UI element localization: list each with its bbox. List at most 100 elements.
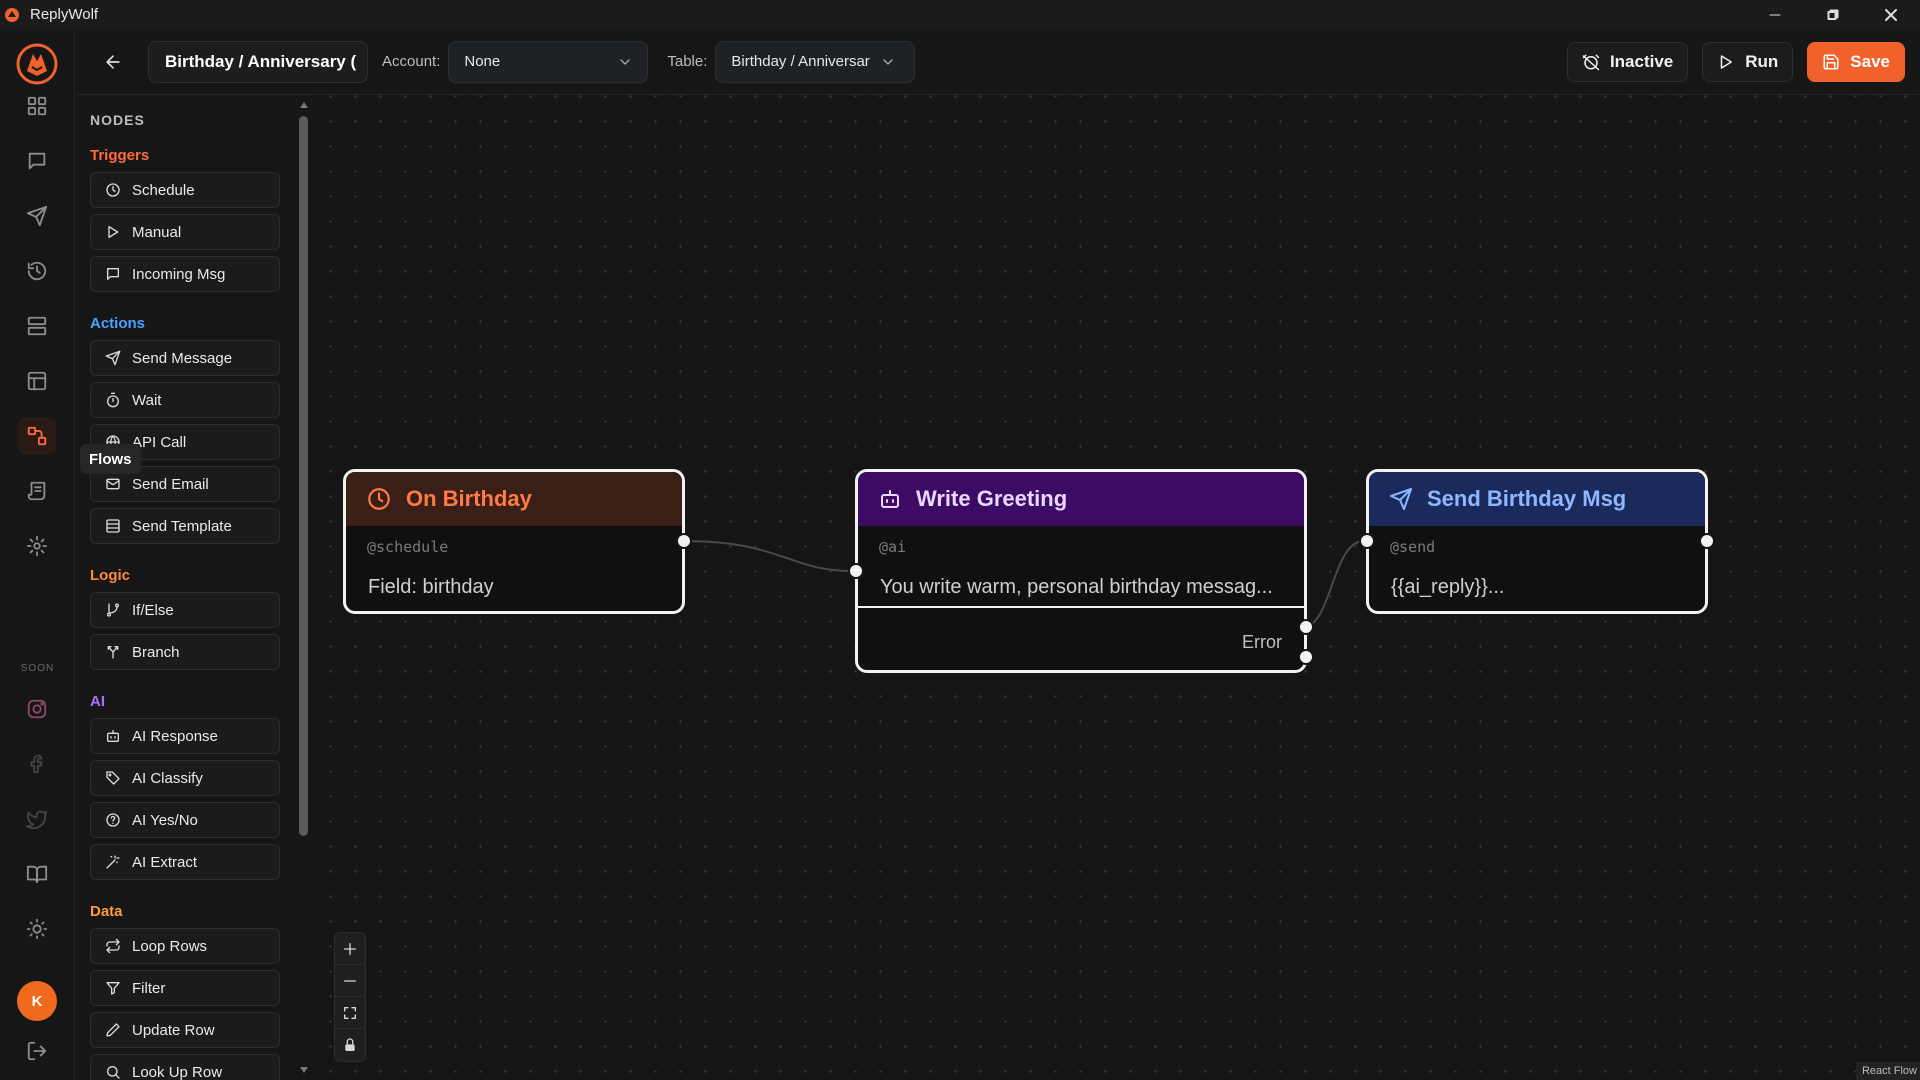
- logs-icon[interactable]: [18, 472, 56, 510]
- zoom-controls: [334, 932, 366, 1062]
- play-icon: [104, 223, 122, 241]
- node-label: Loop Rows: [132, 937, 208, 955]
- bot-icon: [878, 487, 902, 511]
- soon-label: SOON: [20, 663, 55, 674]
- scroll-down-icon[interactable]: [299, 1065, 309, 1075]
- settings-icon[interactable]: [18, 527, 56, 565]
- send-icon: [104, 349, 122, 367]
- node-header: Write Greeting: [858, 472, 1304, 526]
- node-label: Send Template: [132, 517, 232, 535]
- node-label: Schedule: [132, 181, 195, 199]
- success-output-handle[interactable]: [1298, 619, 1314, 635]
- node-if-else[interactable]: If/Else: [90, 592, 280, 628]
- node-filter[interactable]: Filter: [90, 970, 280, 1006]
- section-data: Data: [90, 903, 123, 920]
- save-icon: [1822, 53, 1840, 71]
- input-handle[interactable]: [1359, 533, 1375, 549]
- inactive-toggle-button[interactable]: Inactive: [1566, 41, 1689, 82]
- user-avatar[interactable]: K: [17, 981, 57, 1021]
- close-window-button[interactable]: [1862, 0, 1920, 29]
- minimize-button[interactable]: [1746, 0, 1804, 29]
- account-select[interactable]: None: [448, 40, 649, 83]
- scroll-up-icon[interactable]: [299, 100, 309, 110]
- title-bar: ReplyWolf: [0, 0, 1920, 29]
- node-manual[interactable]: Manual: [90, 214, 280, 250]
- node-label: Filter: [132, 979, 166, 997]
- table-select-value: Birthday / Anniversar: [731, 53, 870, 70]
- docs-icon[interactable]: [18, 855, 56, 893]
- chevron-down-icon: [880, 54, 896, 70]
- clock-icon: [104, 181, 122, 199]
- node-send-template[interactable]: Send Template: [90, 508, 280, 544]
- node-ai-response[interactable]: AI Response: [90, 718, 280, 754]
- node-divider: [858, 606, 1304, 608]
- node-header: On Birthday: [346, 472, 682, 526]
- node-schedule[interactable]: Schedule: [90, 172, 280, 208]
- edge-ai-to-send[interactable]: [1302, 540, 1365, 628]
- node-label: Branch: [132, 643, 180, 661]
- node-update-row[interactable]: Update Row: [90, 1012, 280, 1048]
- node-handle-label: @send: [1390, 538, 1436, 556]
- node-on-birthday[interactable]: On Birthday @schedule Field: birthday: [343, 469, 692, 614]
- flow-canvas[interactable]: On Birthday @schedule Field: birthday Wr…: [312, 95, 1920, 1080]
- logout-icon[interactable]: [18, 1032, 56, 1070]
- output-handle[interactable]: [676, 533, 692, 549]
- save-button[interactable]: Save: [1807, 41, 1905, 82]
- node-label: Update Row: [132, 1021, 215, 1039]
- clock-icon: [366, 486, 392, 512]
- node-label: AI Response: [132, 727, 218, 745]
- node-send-message[interactable]: Send Message: [90, 340, 280, 376]
- edge-trigger-to-ai[interactable]: [682, 540, 854, 572]
- zoom-in-button[interactable]: [335, 933, 365, 965]
- node-look-up-row[interactable]: Look Up Row: [90, 1054, 280, 1080]
- node-incoming-msg[interactable]: Incoming Msg: [90, 256, 280, 292]
- node-branch[interactable]: Branch: [90, 634, 280, 670]
- tables-icon[interactable]: [18, 362, 56, 400]
- node-wait[interactable]: Wait: [90, 382, 280, 418]
- node-send-birthday-msg[interactable]: Send Birthday Msg @send {{ai_reply}}...: [1359, 469, 1715, 614]
- section-actions: Actions: [90, 315, 146, 332]
- react-flow-attribution[interactable]: React Flow: [1855, 1062, 1920, 1080]
- node-label: AI Classify: [132, 769, 203, 787]
- run-button[interactable]: Run: [1702, 41, 1794, 82]
- table-label: Table:: [667, 53, 708, 70]
- section-triggers: Triggers: [90, 147, 150, 164]
- input-handle[interactable]: [848, 563, 864, 579]
- node-label: Incoming Msg: [132, 265, 226, 283]
- restore-button[interactable]: [1804, 0, 1862, 29]
- node-label: Look Up Row: [132, 1063, 223, 1080]
- node-ai-extract[interactable]: AI Extract: [90, 844, 280, 880]
- chevron-down-icon: [617, 54, 633, 70]
- node-ai-classify[interactable]: AI Classify: [90, 760, 280, 796]
- send-icon[interactable]: [18, 197, 56, 235]
- scrollbar-thumb[interactable]: [299, 116, 308, 836]
- theme-sun-icon[interactable]: [18, 910, 56, 948]
- pencil-icon: [104, 1021, 122, 1039]
- node-write-greeting[interactable]: Write Greeting @ai You write warm, perso…: [848, 469, 1314, 673]
- flow-name-input[interactable]: Birthday / Anniversary (: [148, 40, 368, 83]
- dashboard-icon[interactable]: [18, 87, 56, 125]
- back-arrow-icon[interactable]: [98, 47, 128, 77]
- split-icon: [104, 643, 122, 661]
- templates-icon[interactable]: [18, 307, 56, 345]
- history-icon[interactable]: [18, 252, 56, 290]
- node-loop-rows[interactable]: Loop Rows: [90, 928, 280, 964]
- node-body: {{ai_reply}}...: [1391, 576, 1505, 598]
- search-icon: [104, 1063, 122, 1080]
- left-rail: SOON K: [0, 29, 75, 1080]
- messages-icon[interactable]: [18, 142, 56, 180]
- zoom-out-button[interactable]: [335, 965, 365, 997]
- send-icon: [1389, 487, 1413, 511]
- output-handle[interactable]: [1699, 533, 1715, 549]
- palette-scrollbar[interactable]: [296, 95, 312, 1080]
- lock-button[interactable]: [335, 1029, 365, 1061]
- error-output-handle[interactable]: [1298, 649, 1314, 665]
- wolf-logo-icon[interactable]: [16, 43, 58, 85]
- node-ai-yes-no[interactable]: AI Yes/No: [90, 802, 280, 838]
- table-select[interactable]: Birthday / Anniversar: [715, 40, 916, 83]
- repeat-icon: [104, 937, 122, 955]
- twitter-icon: [18, 800, 56, 838]
- fit-view-button[interactable]: [335, 997, 365, 1029]
- flows-icon[interactable]: [18, 417, 56, 455]
- node-label: If/Else: [132, 601, 174, 619]
